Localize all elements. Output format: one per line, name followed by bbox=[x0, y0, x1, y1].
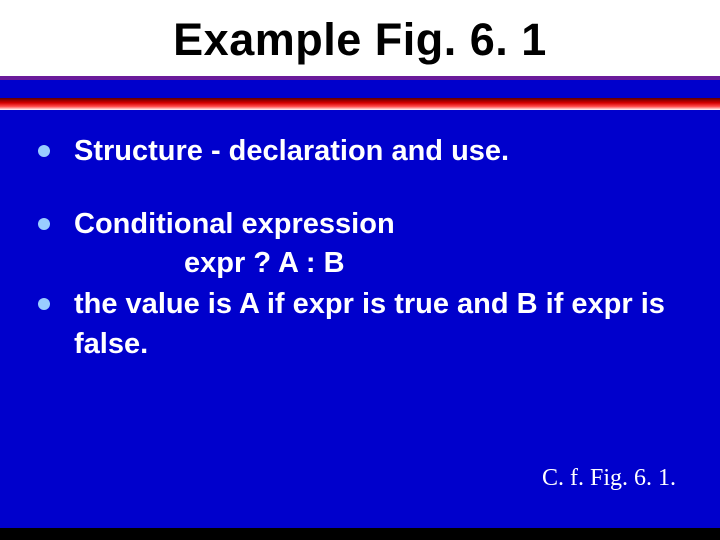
slide-title: Example Fig. 6. 1 bbox=[0, 14, 720, 66]
bullet-dot-icon bbox=[38, 298, 50, 310]
bullet-item: the value is A if expr is true and B if … bbox=[38, 285, 682, 363]
bullet-text: the value is A if expr is true and B if … bbox=[74, 285, 682, 363]
bullet-line-indent: expr ? A : B bbox=[74, 247, 345, 279]
title-block: Example Fig. 6. 1 bbox=[0, 0, 720, 76]
bottom-bar bbox=[0, 528, 720, 540]
divider-gap bbox=[0, 80, 720, 98]
bullet-dot-icon bbox=[38, 145, 50, 157]
footnote: C. f. Fig. 6. 1. bbox=[542, 465, 676, 492]
bullet-item: Conditional expression expr ? A : B bbox=[38, 205, 682, 283]
bullet-text: Structure - declaration and use. bbox=[74, 132, 682, 171]
bullet-dot-icon bbox=[38, 218, 50, 230]
divider-red-gradient bbox=[0, 98, 720, 110]
bullet-text: Conditional expression expr ? A : B bbox=[74, 205, 682, 283]
content-area: Structure - declaration and use. Conditi… bbox=[0, 110, 720, 364]
bullet-item: Structure - declaration and use. bbox=[38, 132, 682, 171]
bullet-line: Conditional expression bbox=[74, 208, 395, 240]
